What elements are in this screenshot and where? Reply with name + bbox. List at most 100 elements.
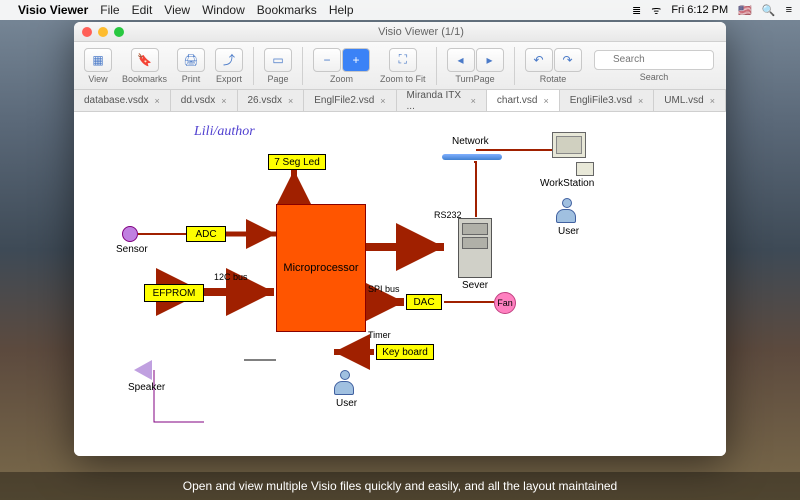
- rotate-right-button[interactable]: ↷: [554, 48, 582, 72]
- close-icon[interactable]: ×: [638, 96, 643, 106]
- menu-edit[interactable]: Edit: [132, 3, 153, 17]
- speaker-label: Speaker: [128, 382, 165, 393]
- menu-view[interactable]: View: [164, 3, 190, 17]
- view-button[interactable]: ▦: [84, 48, 112, 72]
- toolbar-zoom-group: − + Zoom: [309, 46, 374, 86]
- toolbar-separator: [253, 47, 254, 85]
- tab-miranda[interactable]: Miranda ITX ...×: [397, 90, 487, 111]
- zoom-label: Zoom: [330, 74, 353, 84]
- toolbar-export-group: ⤴ Export: [211, 46, 247, 86]
- page-label: Page: [268, 74, 289, 84]
- workstation-label: WorkStation: [540, 178, 594, 189]
- close-icon[interactable]: ×: [471, 96, 476, 106]
- network-label: Network: [452, 136, 489, 147]
- close-window-button[interactable]: [82, 27, 92, 37]
- caption-bar: Open and view multiple Visio files quick…: [0, 472, 800, 500]
- search-input[interactable]: [594, 50, 714, 70]
- menu-file[interactable]: File: [100, 3, 119, 17]
- toolbar-print-group: 🖨 Print: [173, 46, 209, 86]
- server-label: Sever: [462, 280, 488, 291]
- print-button[interactable]: 🖨: [177, 48, 205, 72]
- bookmarks-label: Bookmarks: [122, 74, 167, 84]
- user-icon: [556, 198, 578, 224]
- user-icon: [334, 370, 356, 396]
- spotlight-icon[interactable]: 🔍: [762, 4, 776, 17]
- block-7seg: 7 Seg Led: [268, 154, 326, 170]
- toolbar-turnpage-group: ◂ ▸ TurnPage: [443, 46, 508, 86]
- wifi-icon[interactable]: ᯤ: [651, 3, 661, 18]
- app-window: Visio Viewer (1/1) ▦ View 🔖 Bookmarks 🖨 …: [74, 22, 726, 456]
- zoom-in-button[interactable]: +: [342, 48, 370, 72]
- menu-help[interactable]: Help: [329, 3, 354, 17]
- block-efprom: EFPROM: [144, 284, 204, 302]
- zoomfit-label: Zoom to Fit: [380, 74, 426, 84]
- window-titlebar: Visio Viewer (1/1): [74, 22, 726, 42]
- minimize-window-button[interactable]: [98, 27, 108, 37]
- toolbar-zoomfit-group: ⛶ Zoom to Fit: [376, 46, 430, 86]
- clock[interactable]: Fri 6:12 PM: [671, 4, 728, 16]
- traffic-lights: [82, 27, 124, 37]
- close-icon[interactable]: ×: [288, 96, 293, 106]
- author-label: Lili/author: [194, 124, 255, 140]
- battery-icon[interactable]: ≣: [632, 4, 641, 17]
- block-microprocessor: Microprocessor: [276, 204, 366, 332]
- next-page-button[interactable]: ▸: [476, 48, 504, 72]
- tab-englifile3[interactable]: EngliFile3.vsd×: [560, 90, 655, 111]
- sensor-label: Sensor: [116, 244, 148, 255]
- bookmarks-button[interactable]: 🔖: [131, 48, 159, 72]
- network-icon: [442, 154, 502, 160]
- user-label: User: [558, 226, 579, 237]
- tab-database[interactable]: database.vsdx×: [74, 90, 171, 111]
- tabbar: database.vsdx× dd.vsdx× 26.vsdx× EnglFil…: [74, 90, 726, 112]
- close-icon[interactable]: ×: [710, 96, 715, 106]
- rotate-label: Rotate: [540, 74, 567, 84]
- tab-26[interactable]: 26.vsdx×: [238, 90, 305, 111]
- print-label: Print: [182, 74, 201, 84]
- close-icon[interactable]: ×: [380, 96, 385, 106]
- tab-chart[interactable]: chart.vsd×: [487, 90, 560, 111]
- toolbar-separator: [302, 47, 303, 85]
- tab-dd[interactable]: dd.vsdx×: [171, 90, 238, 111]
- diagram-canvas[interactable]: Lili/author 7 Seg Led ADC EFPROM Micropr…: [74, 112, 726, 456]
- close-icon[interactable]: ×: [543, 96, 548, 106]
- close-icon[interactable]: ×: [155, 96, 160, 106]
- label-spi: SPI bus: [368, 284, 400, 294]
- search-label: Search: [594, 72, 714, 82]
- toolbar-view-group: ▦ View: [80, 46, 116, 86]
- server-icon: [458, 218, 492, 278]
- menu-bookmarks[interactable]: Bookmarks: [257, 3, 317, 17]
- label-12c: 12C bus: [214, 272, 248, 282]
- fan-icon: Fan: [494, 292, 516, 314]
- user-label: User: [336, 398, 357, 409]
- label-timer: Timer: [368, 330, 391, 340]
- flag-icon[interactable]: 🇺🇸: [738, 4, 752, 17]
- window-title: Visio Viewer (1/1): [124, 26, 718, 38]
- tab-uml[interactable]: UML.vsd×: [654, 90, 726, 111]
- workstation-icon: [544, 132, 594, 176]
- block-adc: ADC: [186, 226, 226, 242]
- tab-englfile2[interactable]: EnglFile2.vsd×: [304, 90, 396, 111]
- block-keyboard: Key board: [376, 344, 434, 360]
- rotate-left-button[interactable]: ↶: [525, 48, 553, 72]
- export-button[interactable]: ⤴: [215, 48, 243, 72]
- zoom-fit-button[interactable]: ⛶: [389, 48, 417, 72]
- turnpage-label: TurnPage: [455, 74, 494, 84]
- toolbar-separator: [514, 47, 515, 85]
- prev-page-button[interactable]: ◂: [447, 48, 475, 72]
- toolbar-rotate-group: ↶ ↷ Rotate: [521, 46, 586, 86]
- app-name[interactable]: Visio Viewer: [18, 3, 88, 17]
- toolbar-separator: [436, 47, 437, 85]
- page-button[interactable]: ▭: [264, 48, 292, 72]
- notification-icon[interactable]: ≡: [786, 4, 792, 16]
- sensor-icon: [122, 226, 138, 242]
- view-label: View: [88, 74, 107, 84]
- zoom-window-button[interactable]: [114, 27, 124, 37]
- menu-window[interactable]: Window: [202, 3, 245, 17]
- close-icon[interactable]: ×: [221, 96, 226, 106]
- caption-text: Open and view multiple Visio files quick…: [183, 479, 617, 493]
- export-label: Export: [216, 74, 242, 84]
- toolbar: ▦ View 🔖 Bookmarks 🖨 Print ⤴ Export ▭ Pa…: [74, 42, 726, 90]
- macos-menubar: Visio Viewer File Edit View Window Bookm…: [0, 0, 800, 20]
- zoom-out-button[interactable]: −: [313, 48, 341, 72]
- speaker-icon: [134, 360, 152, 380]
